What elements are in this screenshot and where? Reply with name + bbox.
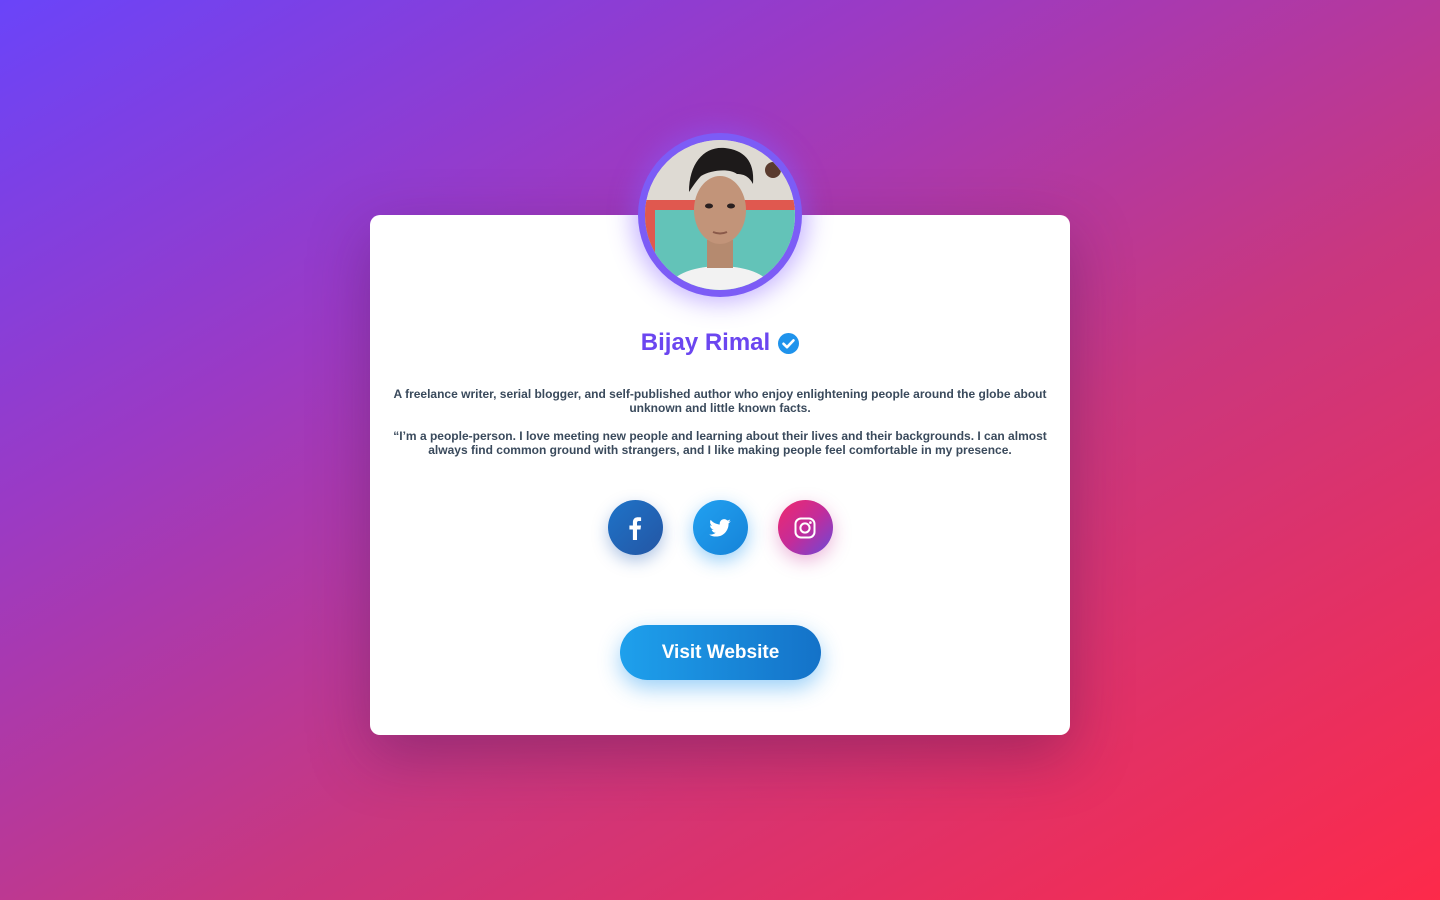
social-links — [370, 500, 1070, 555]
facebook-button[interactable] — [607, 500, 663, 555]
avatar-photo — [645, 140, 795, 290]
instagram-icon — [794, 517, 816, 538]
facebook-icon — [629, 516, 642, 540]
twitter-icon — [709, 518, 731, 537]
visit-website-button[interactable]: Visit Website — [620, 625, 821, 680]
profile-name: Bijay Rimal — [640, 329, 771, 356]
bio-paragraph-2: “I’m a people-person. I love meeting new… — [393, 429, 1047, 457]
bio-paragraph-1: A freelance writer, serial blogger, and … — [393, 387, 1047, 415]
verified-check-icon — [778, 332, 800, 354]
instagram-button[interactable] — [777, 500, 833, 555]
avatar-ring — [638, 133, 802, 297]
name-row: Bijay Rimal — [370, 329, 1070, 357]
twitter-button[interactable] — [692, 500, 748, 555]
avatar — [645, 140, 795, 290]
